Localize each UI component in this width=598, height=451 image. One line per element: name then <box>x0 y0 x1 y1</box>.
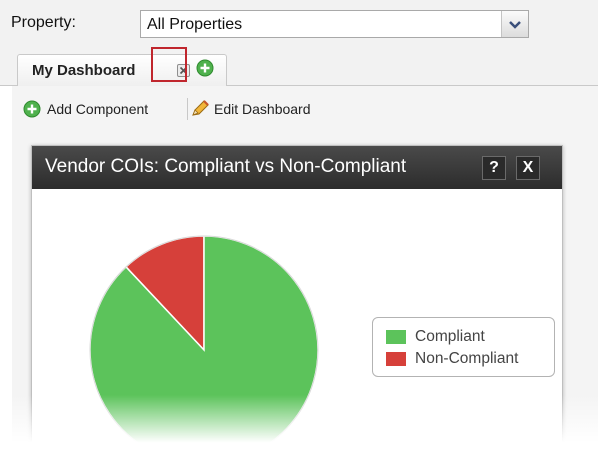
widget-header: Vendor COIs: Compliant vs Non-Compliant … <box>32 146 562 189</box>
add-component-label: Add Component <box>47 101 149 117</box>
property-label: Property: <box>11 14 76 31</box>
tab-label: My Dashboard <box>32 62 136 79</box>
plus-circle-icon <box>23 100 41 118</box>
dashboard-tab-strip: My Dashboard <box>0 46 598 86</box>
edit-dashboard-button[interactable]: Edit Dashboard <box>190 100 325 118</box>
dashboard-screen: Property: All Properties My Dashboard Ad… <box>0 0 598 451</box>
legend-label: Non-Compliant <box>415 350 519 367</box>
add-component-button[interactable]: Add Component <box>23 100 178 118</box>
widget-title: Vendor COIs: Compliant vs Non-Compliant <box>45 156 407 177</box>
close-icon: X <box>522 159 534 176</box>
plus-circle-icon[interactable] <box>196 59 214 77</box>
property-select-value: All Properties <box>147 16 243 33</box>
legend-swatch <box>386 330 406 344</box>
property-filter-bar: Property: All Properties <box>0 0 598 46</box>
help-icon: ? <box>489 159 499 176</box>
dashboard-toolbar: Add Component Edit Dashboard <box>12 86 598 129</box>
legend-label: Compliant <box>415 328 485 345</box>
help-button[interactable]: ? <box>482 156 506 180</box>
legend-swatch <box>386 352 406 366</box>
vendor-coi-widget: Vendor COIs: Compliant vs Non-Compliant … <box>31 145 563 451</box>
pencil-icon <box>192 100 209 116</box>
widget-close-button[interactable]: X <box>516 156 540 180</box>
chevron-down-icon[interactable] <box>501 11 528 37</box>
edit-dashboard-label: Edit Dashboard <box>214 101 311 117</box>
toolbar-divider <box>187 98 188 120</box>
property-select[interactable]: All Properties <box>140 10 529 38</box>
chart-legend: Compliant Non-Compliant <box>372 317 555 377</box>
close-icon[interactable] <box>177 64 190 77</box>
